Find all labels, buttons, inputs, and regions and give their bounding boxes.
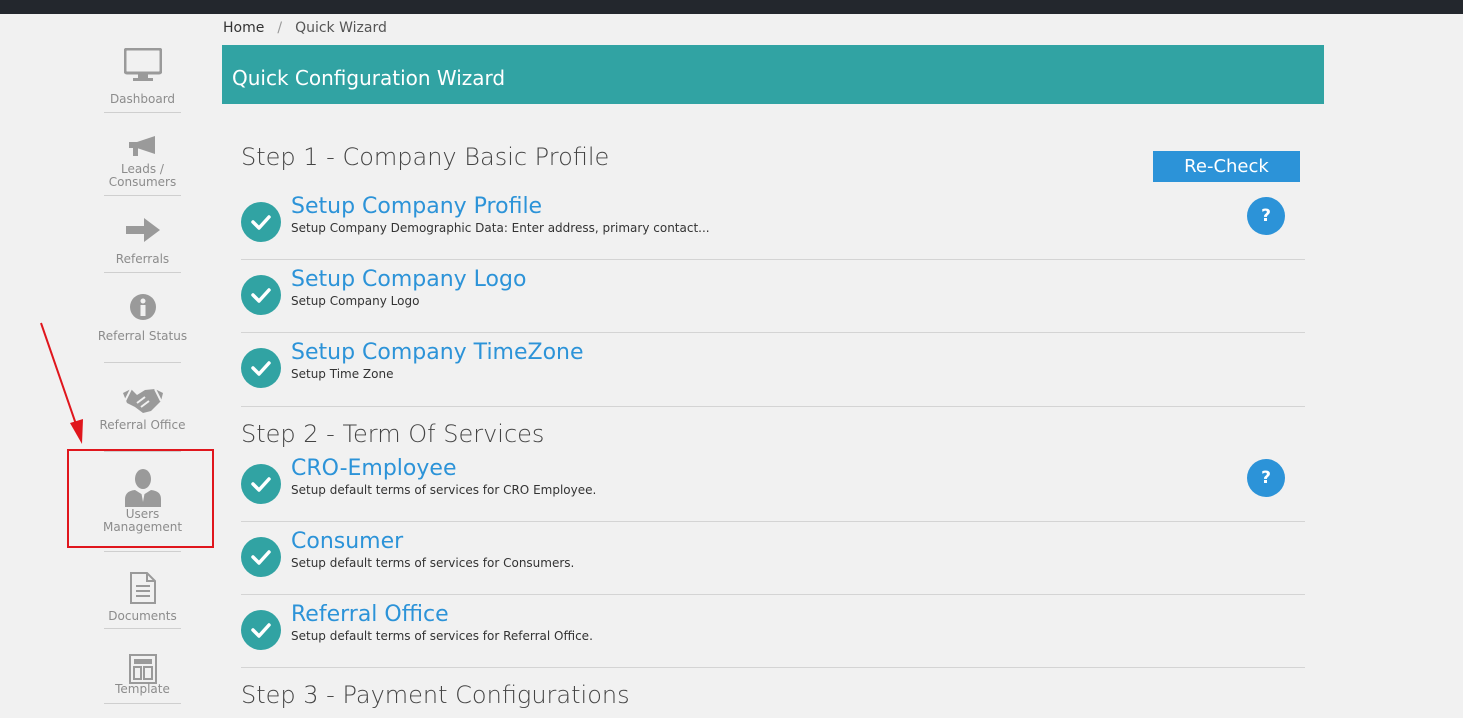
sidebar-item-documents[interactable]: Documents xyxy=(104,552,181,629)
page-title-banner: Quick Configuration Wizard xyxy=(222,45,1324,104)
task-title[interactable]: CRO-Employee xyxy=(291,456,456,481)
task-title[interactable]: Consumer xyxy=(291,529,403,554)
highlight-box xyxy=(67,449,214,548)
check-circle-icon xyxy=(241,275,281,315)
task-setup-company-logo[interactable]: Setup Company Logo Setup Company Logo xyxy=(241,267,1305,333)
breadcrumb-home-link[interactable]: Home xyxy=(223,20,264,36)
top-bar xyxy=(0,0,1463,14)
task-referral-office[interactable]: Referral Office Setup default terms of s… xyxy=(241,602,1305,668)
step-title: Step 2 - Term Of Services xyxy=(241,420,545,448)
template-icon xyxy=(104,654,181,684)
info-icon xyxy=(104,293,181,321)
task-title[interactable]: Setup Company Logo xyxy=(291,267,526,292)
sidebar-item-label: Referrals xyxy=(115,252,170,266)
breadcrumb-separator: / xyxy=(277,20,283,36)
sidebar-item-label: Referral Office xyxy=(99,418,186,432)
task-description: Setup default terms of services for Refe… xyxy=(291,629,593,643)
annotation-arrow-icon xyxy=(40,322,83,444)
sidebar-item-label: Documents xyxy=(108,609,177,623)
task-title[interactable]: Setup Company TimeZone xyxy=(291,340,584,365)
sidebar-item-label: Dashboard xyxy=(109,92,176,106)
help-icon[interactable]: ? xyxy=(1247,197,1285,235)
check-circle-icon xyxy=(241,537,281,577)
task-setup-company-profile[interactable]: Setup Company Profile Setup Company Demo… xyxy=(241,194,1305,260)
sidebar-item-label: Referral Status xyxy=(97,329,188,343)
check-circle-icon xyxy=(241,202,281,242)
document-icon xyxy=(104,572,181,604)
step-title: Step 1 - Company Basic Profile xyxy=(241,143,610,171)
task-description: Setup default terms of services for Cons… xyxy=(291,556,575,570)
step-title: Step 3 - Payment Configurations xyxy=(241,681,630,709)
sidebar-item-label: Template xyxy=(115,682,170,696)
sidebar-item-referrals[interactable]: Referrals xyxy=(104,196,181,273)
task-description: Setup Time Zone xyxy=(291,367,394,381)
monitor-icon xyxy=(104,48,181,82)
sidebar-item-referral-status[interactable]: Referral Status xyxy=(98,273,187,363)
task-setup-company-timezone[interactable]: Setup Company TimeZone Setup Time Zone xyxy=(241,340,1305,407)
sidebar-item-label: Leads / Consumers xyxy=(108,162,177,189)
check-circle-icon xyxy=(241,610,281,650)
megaphone-icon xyxy=(104,135,181,157)
sidebar-item-leads-consumers[interactable]: Leads / Consumers xyxy=(104,113,181,196)
check-circle-icon xyxy=(241,348,281,388)
check-circle-icon xyxy=(241,464,281,504)
task-cro-employee[interactable]: CRO-Employee Setup default terms of serv… xyxy=(241,456,1305,522)
page-title: Quick Configuration Wizard xyxy=(232,66,506,90)
task-title[interactable]: Referral Office xyxy=(291,602,449,627)
sidebar-item-dashboard[interactable]: Dashboard xyxy=(104,45,181,113)
handshake-icon xyxy=(104,385,181,415)
task-title[interactable]: Setup Company Profile xyxy=(291,194,542,219)
breadcrumb-current: Quick Wizard xyxy=(295,20,387,36)
task-description: Setup Company Logo xyxy=(291,294,420,308)
arrow-right-icon xyxy=(104,216,181,244)
task-description: Setup Company Demographic Data: Enter ad… xyxy=(291,221,710,235)
sidebar-item-template[interactable]: Template xyxy=(104,629,181,704)
sidebar-item-referral-office[interactable]: Referral Office xyxy=(100,363,185,452)
breadcrumb: Home / Quick Wizard xyxy=(223,20,387,36)
recheck-button[interactable]: Re-Check xyxy=(1153,151,1300,182)
task-description: Setup default terms of services for CRO … xyxy=(291,483,597,497)
task-consumer[interactable]: Consumer Setup default terms of services… xyxy=(241,529,1305,595)
help-icon[interactable]: ? xyxy=(1247,459,1285,497)
